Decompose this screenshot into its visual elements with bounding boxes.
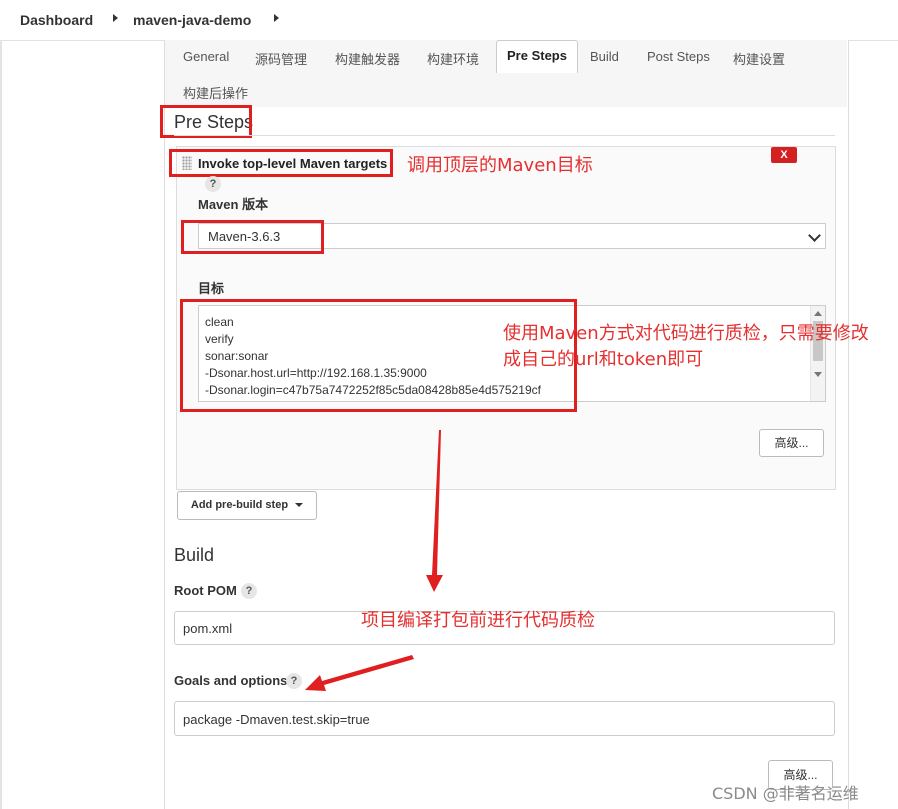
goal-line: verify [205, 332, 234, 346]
tab-build-settings[interactable]: 构建设置 [733, 49, 785, 68]
delete-step-button[interactable]: X [771, 147, 797, 163]
annotation-quality-line1: 使用Maven方式对代码进行质检，只需要修改 [503, 323, 869, 344]
help-icon[interactable]: ? [205, 176, 221, 192]
root-pom-value: pom.xml [183, 621, 233, 636]
breadcrumb-job[interactable]: maven-java-demo [133, 12, 251, 28]
drag-handle-icon[interactable] [182, 156, 192, 170]
section-divider [174, 135, 835, 136]
add-pre-build-step-button[interactable]: Add pre-build step [177, 491, 317, 520]
goal-line: clean [205, 315, 234, 329]
goals-options-input[interactable]: package -Dmaven.test.skip=true [174, 701, 835, 736]
tab-triggers[interactable]: 构建触发器 [335, 49, 400, 68]
goal-line: -Dsonar.host.url=http://192.168.1.35:900… [205, 366, 427, 380]
watermark: CSDN @非著名运维 [712, 784, 859, 803]
breadcrumb-dashboard[interactable]: Dashboard [20, 12, 93, 28]
goals-options-value: package -Dmaven.test.skip=true [183, 712, 370, 727]
scroll-down-icon[interactable] [814, 372, 822, 377]
caret-down-icon [295, 503, 304, 508]
left-edge [0, 40, 2, 809]
breadcrumb-separator-icon[interactable] [274, 14, 279, 22]
pre-steps-title: Pre Steps [174, 112, 254, 132]
build-title: Build [174, 545, 215, 565]
help-icon[interactable]: ? [286, 673, 302, 689]
chevron-down-icon [808, 229, 821, 242]
help-icon[interactable]: ? [241, 583, 257, 599]
annotation-before-build: 项目编译打包前进行代码质检 [361, 610, 595, 631]
step-title: Invoke top-level Maven targets [198, 156, 388, 171]
tab-build[interactable]: Build [590, 49, 619, 64]
annotation-maven-targets: 调用顶层的Maven目标 [407, 155, 593, 176]
annotation-quality-line2: 成自己的url和token即可 [503, 349, 704, 370]
goals-label: 目标 [198, 281, 225, 296]
breadcrumb-separator-icon[interactable] [113, 14, 118, 22]
tab-environment[interactable]: 构建环境 [427, 49, 479, 68]
maven-version-select[interactable]: Maven-3.6.3 [198, 223, 826, 249]
goals-options-label: Goals and options [174, 673, 288, 688]
root-pom-label: Root POM [174, 583, 237, 598]
goal-line: sonar:sonar [205, 349, 269, 363]
advanced-button[interactable]: 高级... [759, 429, 824, 457]
tab-post-build[interactable]: 构建后操作 [183, 83, 248, 102]
scroll-up-icon[interactable] [814, 311, 822, 316]
tab-pre-steps[interactable]: Pre Steps [496, 40, 578, 73]
goal-line: -Dsonar.login=c47b75a7472252f85c5da08428… [205, 383, 541, 397]
tab-post-steps[interactable]: Post Steps [647, 49, 710, 64]
breadcrumb: Dashboard maven-java-demo [0, 0, 898, 41]
add-step-label: Add pre-build step [190, 499, 289, 511]
maven-version-label: Maven 版本 [198, 197, 269, 212]
tab-general[interactable]: General [183, 49, 229, 64]
textarea-scrollbar[interactable] [810, 306, 825, 401]
maven-version-value: Maven-3.6.3 [208, 229, 281, 244]
tab-source[interactable]: 源码管理 [255, 49, 307, 68]
